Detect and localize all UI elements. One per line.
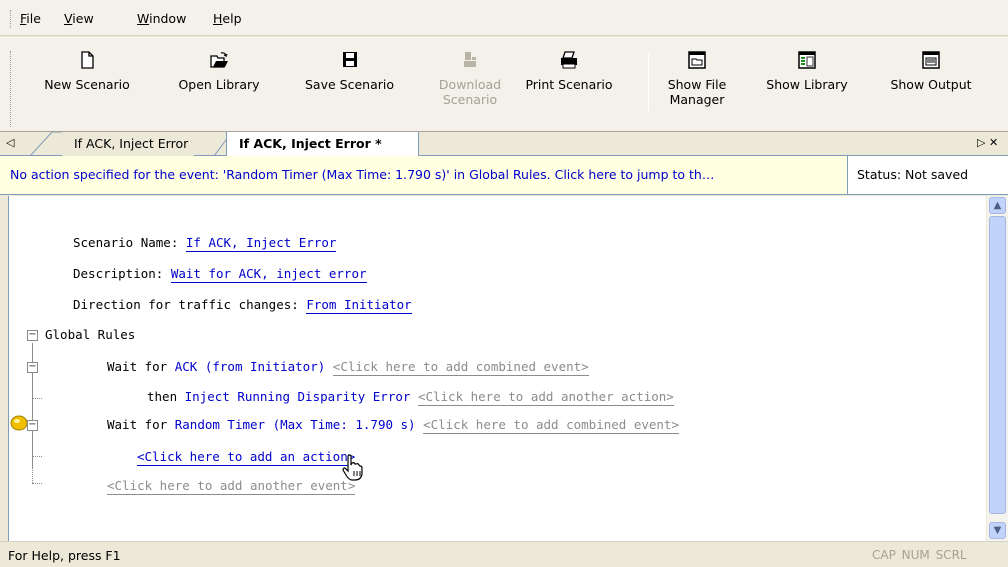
show-output-button[interactable]: Show Output — [875, 51, 987, 92]
print-scenario-button[interactable]: Print Scenario — [505, 51, 633, 92]
rule2-add-action-link[interactable]: <Click here to add an action> — [137, 449, 356, 466]
description-label: Description: — [73, 266, 164, 281]
scenario-editor[interactable]: Scenario Name: If ACK, Inject Error Desc… — [8, 196, 986, 541]
download-icon — [464, 52, 476, 67]
show-file-manager-button[interactable]: Show File Manager — [657, 51, 737, 107]
document-tab-strip: ◁ If ACK, Inject Error If ACK, Inject Er… — [0, 131, 1008, 156]
scroll-down-icon[interactable]: ▼ — [989, 522, 1006, 539]
menu-file[interactable]: File — [20, 11, 41, 26]
hand-cursor-icon — [342, 454, 363, 481]
menu-file-label: ile — [26, 11, 41, 26]
global-rules-heading: Global Rules — [45, 327, 135, 342]
toolbar: New Scenario Open Library Save Scenario … — [0, 37, 1008, 131]
open-library-button[interactable]: Open Library — [160, 51, 278, 92]
show-file-label-line2: Manager — [669, 92, 725, 107]
rule2-wait-label: Wait for — [107, 417, 168, 432]
scroll-thumb[interactable] — [989, 216, 1006, 514]
tab-label-active: If ACK, Inject Error * — [239, 136, 382, 151]
save-scenario-label: Save Scenario — [305, 77, 394, 92]
notification-bar: No action specified for the event: 'Rand… — [0, 156, 1008, 195]
menu-window[interactable]: Window — [137, 11, 186, 26]
save-disk-icon — [342, 52, 357, 67]
new-scenario-button[interactable]: New Scenario — [33, 51, 141, 92]
rule1-add-action-link[interactable]: <Click here to add another action> — [417, 389, 674, 406]
add-another-event-link[interactable]: <Click here to add another event> — [107, 478, 356, 495]
output-panel-icon — [922, 51, 940, 69]
download-label-line2: Scenario — [442, 92, 498, 107]
toolbar-separator — [648, 53, 649, 111]
file-manager-icon — [688, 51, 706, 69]
scenario-name-label: Scenario Name: — [73, 235, 179, 250]
rule2-event-link[interactable]: Random Timer (Max Time: 1.790 s) — [175, 417, 416, 432]
collapse-rule1-icon[interactable]: − — [27, 362, 38, 373]
rule1-wait-label: Wait for — [107, 359, 168, 374]
menu-bar: File View Window Help — [0, 0, 1008, 36]
menu-window-label: indow — [149, 11, 187, 26]
menu-help-mnemonic: H — [213, 11, 223, 26]
rule1-then-label: then — [147, 389, 178, 404]
menu-grip[interactable] — [10, 10, 12, 28]
tree-line — [32, 483, 42, 484]
status-bar: For Help, press F1 CAP NUM SCRL — [0, 541, 1008, 567]
download-scenario-button[interactable]: Download Scenario — [425, 51, 515, 107]
rule2-action-row: <Click here to add an action> — [137, 449, 356, 466]
rule1-event-link[interactable]: ACK (from Initiator) — [175, 359, 326, 374]
scenario-name-row: Scenario Name: If ACK, Inject Error — [73, 235, 337, 252]
open-folder-icon — [210, 52, 228, 68]
scenario-name-link[interactable]: If ACK, Inject Error — [185, 235, 337, 252]
tab-if-ack-inject-error-modified[interactable]: If ACK, Inject Error * — [226, 132, 419, 156]
tab-label: If ACK, Inject Error — [74, 136, 189, 151]
menu-window-mnemonic: W — [137, 11, 150, 26]
tree-line — [32, 456, 42, 457]
show-output-label: Show Output — [890, 77, 972, 92]
global-rules-label: Global Rules — [45, 327, 136, 342]
open-library-label: Open Library — [178, 77, 260, 92]
collapse-rule2-icon[interactable]: − — [27, 420, 38, 431]
library-panel-icon — [798, 51, 816, 69]
show-library-button[interactable]: Show Library — [752, 51, 862, 92]
new-document-icon — [81, 51, 94, 69]
print-scenario-label: Print Scenario — [525, 77, 613, 92]
direction-row: Direction for traffic changes: From Init… — [73, 297, 412, 314]
direction-label: Direction for traffic changes: — [73, 297, 299, 312]
tree-line — [32, 398, 42, 399]
direction-link[interactable]: From Initiator — [306, 297, 412, 314]
menu-help-label: elp — [222, 11, 242, 26]
toolbar-grip[interactable] — [10, 51, 12, 127]
vertical-scrollbar[interactable]: ▲ ▼ — [987, 196, 1008, 541]
show-library-label: Show Library — [766, 77, 848, 92]
rule2-add-combined-event-link[interactable]: <Click here to add combined event> — [423, 417, 679, 434]
rule1-row: Wait for ACK (from Initiator) <Click her… — [107, 359, 589, 376]
keyboard-indicators: CAP NUM SCRL — [872, 548, 967, 562]
rule1-add-combined-event-link[interactable]: <Click here to add combined event> — [332, 359, 589, 376]
status-help-text: For Help, press F1 — [8, 548, 121, 563]
tab-scroll-right-close-icon[interactable]: ▷ ✕ — [977, 136, 998, 149]
show-file-label-line1: Show File — [667, 77, 727, 92]
warning-marker-icon — [10, 415, 28, 431]
rule1-action-link[interactable]: Inject Running Disparity Error — [185, 389, 411, 404]
description-link[interactable]: Wait for ACK, inject error — [170, 266, 367, 283]
save-scenario-button[interactable]: Save Scenario — [287, 51, 412, 92]
description-row: Description: Wait for ACK, inject error — [73, 266, 367, 283]
tab-scroll-left-icon[interactable]: ◁ — [6, 136, 14, 149]
menu-view-label: iew — [72, 11, 94, 26]
printer-icon — [561, 51, 577, 69]
rule1-action-row: then Inject Running Disparity Error <Cli… — [147, 389, 674, 406]
add-event-row: <Click here to add another event> — [107, 478, 356, 495]
new-scenario-label: New Scenario — [44, 77, 130, 92]
missing-action-warning-link[interactable]: No action specified for the event: 'Rand… — [10, 167, 840, 182]
collapse-global-rules-icon[interactable]: − — [27, 330, 38, 341]
tab-if-ack-inject-error[interactable]: If ACK, Inject Error — [62, 132, 195, 156]
scroll-up-icon[interactable]: ▲ — [989, 197, 1006, 214]
download-label-line1: Download — [438, 77, 502, 92]
menu-view[interactable]: View — [64, 11, 94, 26]
menu-help[interactable]: Help — [213, 11, 242, 26]
rule2-row: Wait for Random Timer (Max Time: 1.790 s… — [107, 417, 679, 434]
save-status: Status: Not saved — [847, 156, 1008, 194]
